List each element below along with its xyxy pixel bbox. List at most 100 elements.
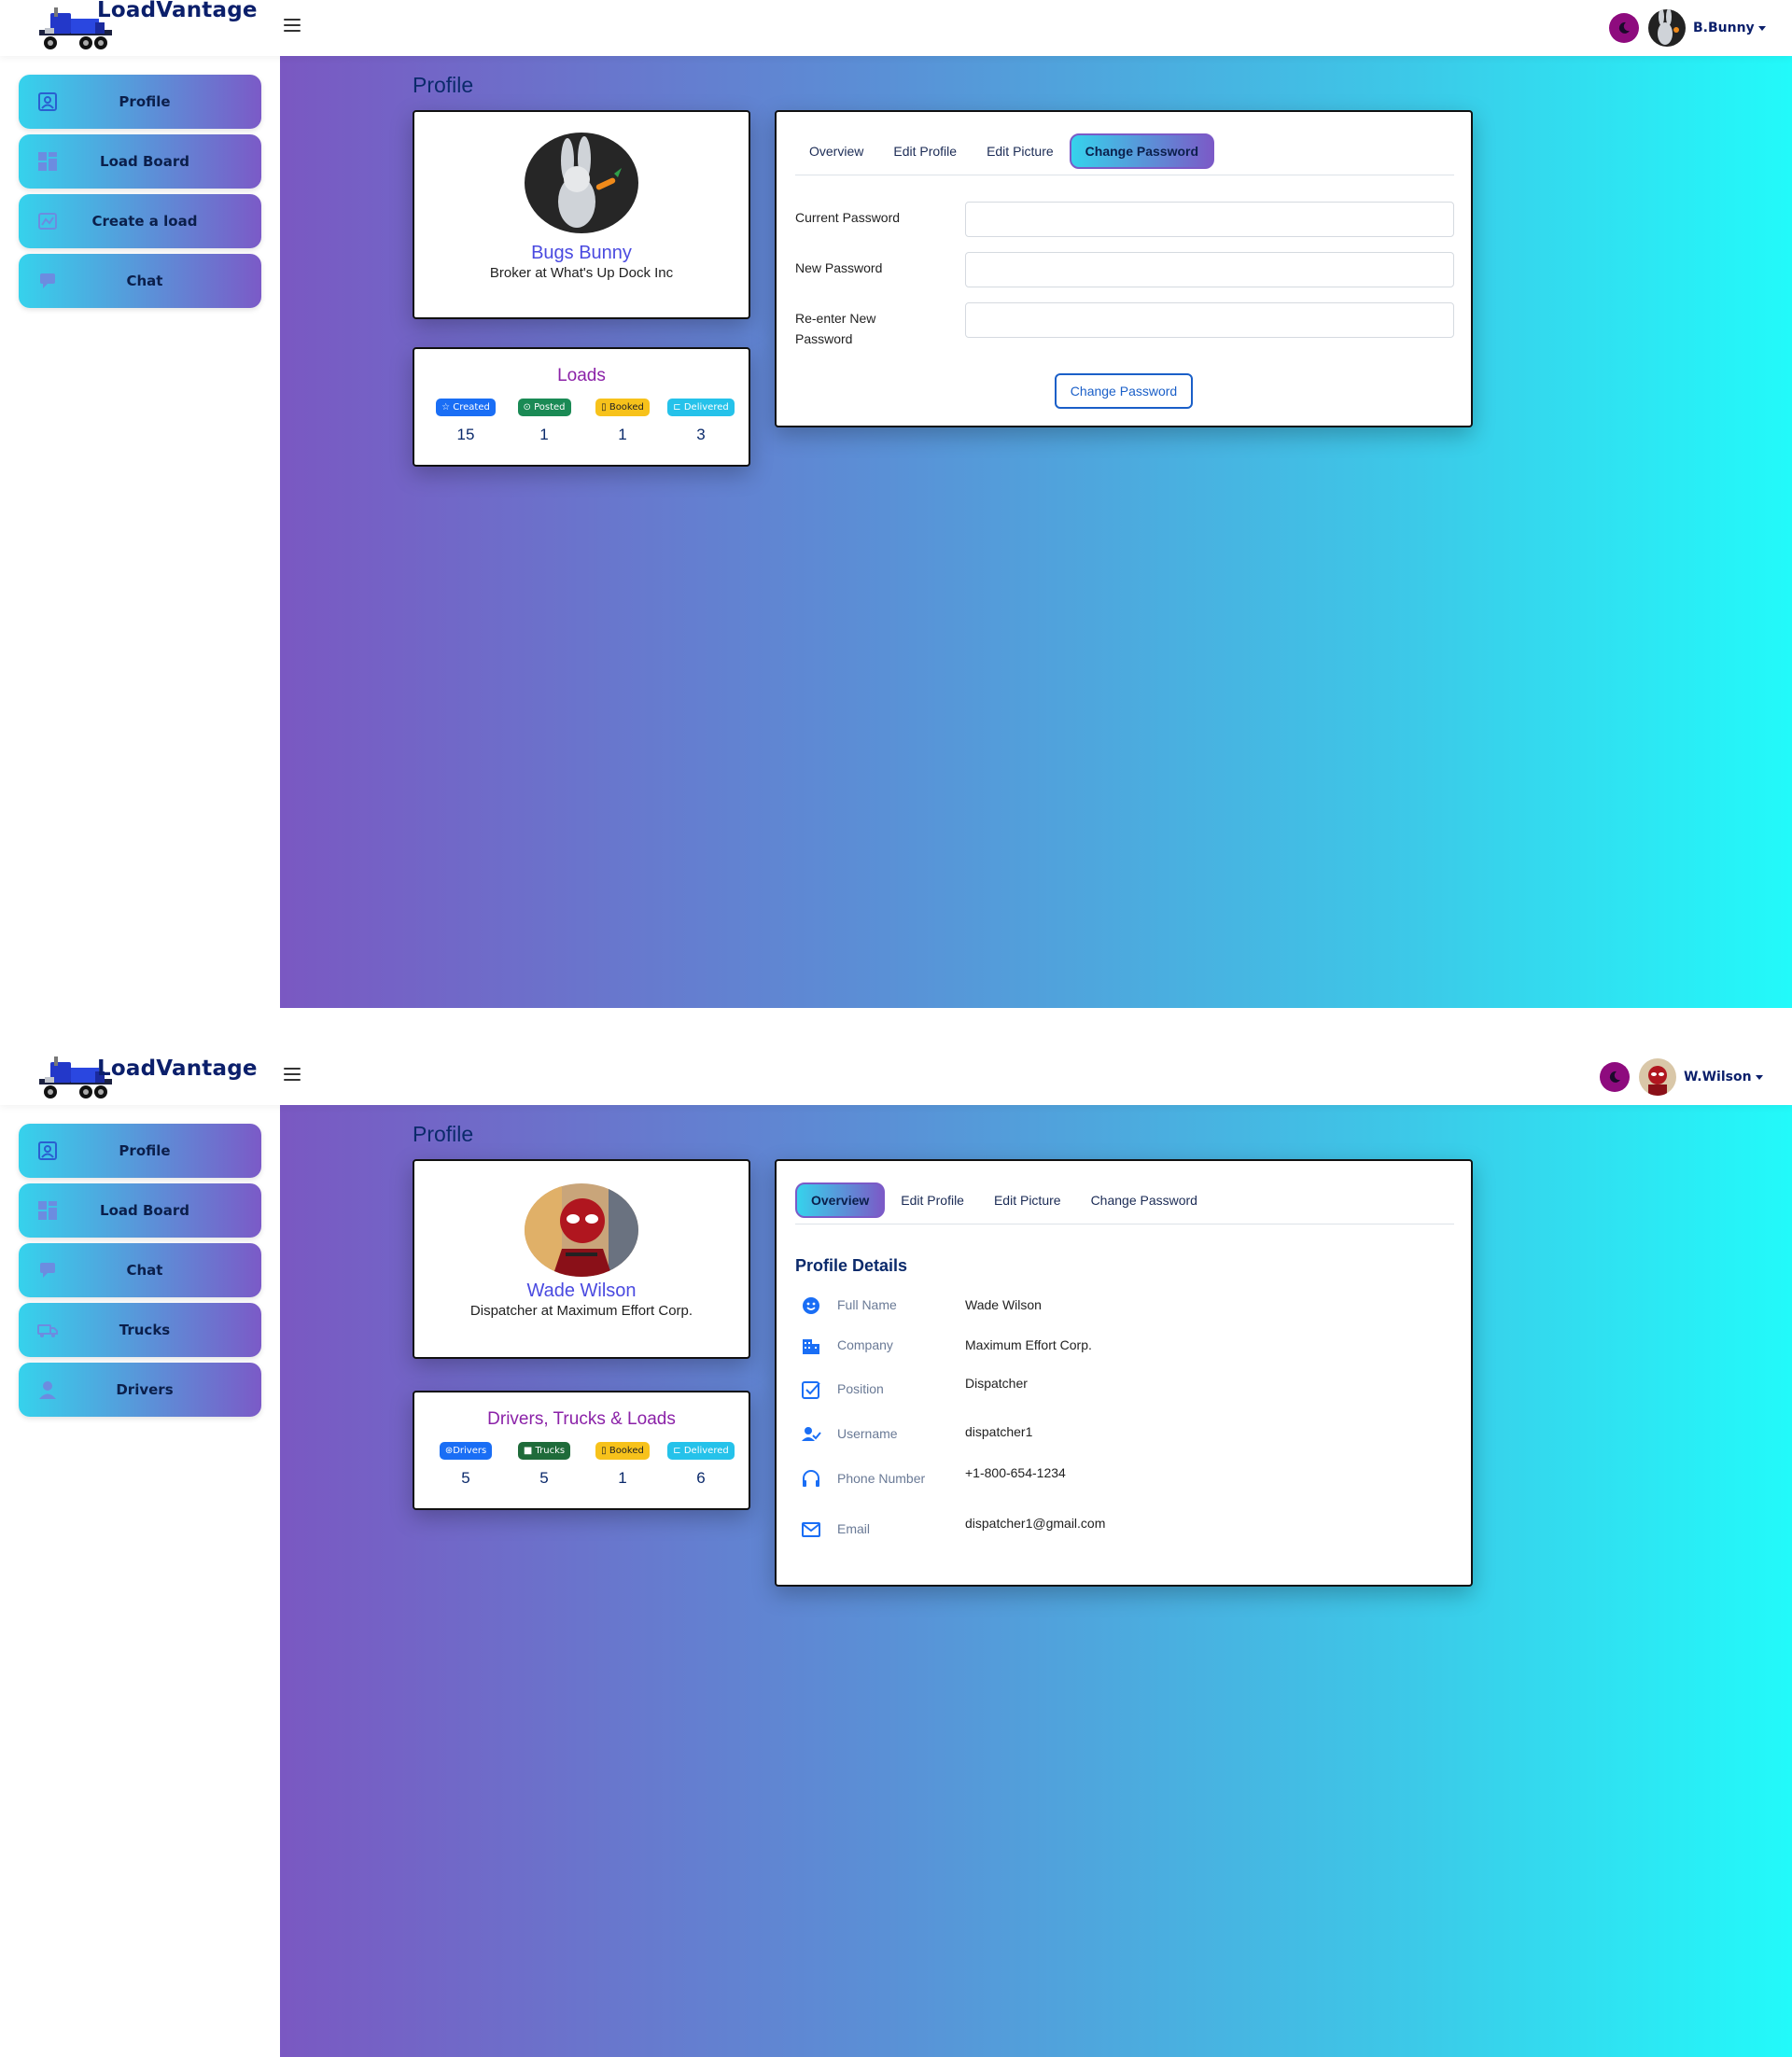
detail-value: dispatcher1@gmail.com [965,1516,1106,1531]
label-line: Password [795,331,853,346]
user-menu[interactable]: W.Wilson [1600,1058,1763,1096]
status-badge: ▯ Booked [595,399,650,416]
stats-row: ⊛Drivers 5 ■ Trucks 5 ▯ Booked 1 ⊏ Deliv… [431,1439,735,1488]
stat-booked: ▯ Booked 1 [588,1439,657,1488]
sidebar-item-create-load[interactable]: Create a load [19,194,261,248]
detail-value: Maximum Effort Corp. [965,1337,1092,1352]
menu-toggle-icon[interactable] [282,1064,302,1084]
dark-mode-moon-icon[interactable] [1609,13,1639,43]
sidebar-item-load-board[interactable]: Load Board [19,134,261,189]
avatar[interactable] [1648,9,1686,47]
profile-name: Bugs Bunny [531,243,632,263]
sidebar-item-drivers[interactable]: Drivers [19,1363,261,1417]
avatar[interactable] [1639,1058,1676,1096]
dark-mode-moon-icon[interactable] [1600,1062,1630,1092]
sidebar-item-trucks[interactable]: Trucks [19,1303,261,1357]
brand-name: LoadVantage [97,1056,258,1081]
stat-delivered: ⊏ Delivered 3 [666,396,735,444]
headset-icon [803,1470,819,1487]
new-password-label: New Password [795,260,883,275]
tab-bar: Overview Edit Profile Edit Picture Chang… [795,127,1454,175]
stat-value: 1 [539,426,549,443]
chevron-down-icon[interactable] [1757,25,1766,31]
reenter-password-field[interactable] [965,302,1454,338]
menu-toggle-icon[interactable] [282,15,302,35]
detail-value: Wade Wilson [965,1297,1042,1312]
stat-booked: ▯ Booked 1 [588,396,657,444]
steering-wheel-icon: ⊛ [444,1446,454,1456]
smile-icon [803,1297,819,1314]
user-check-icon [802,1427,821,1441]
badge-label: Posted [534,402,566,413]
tab-overview[interactable]: Overview [795,134,877,168]
tab-bar: Overview Edit Profile Edit Picture Chang… [795,1176,1454,1224]
stat-delivered: ⊏ Delivered 6 [666,1439,735,1488]
detail-phone: Phone Number +1-800-654-1234 [795,1465,1449,1491]
detail-label: Phone Number [837,1471,926,1486]
profile-card: Bugs Bunny Broker at What's Up Dock Inc [413,110,750,319]
sidebar-item-profile[interactable]: Profile [19,1124,261,1178]
stats-title: Drivers, Trucks & Loads [487,1409,676,1429]
page-title: Profile [413,73,474,97]
status-badge: ⊙ Posted [517,399,571,416]
chevron-down-icon[interactable] [1755,1074,1763,1080]
star-icon: ☆ [441,402,454,413]
tab-edit-profile[interactable]: Edit Profile [879,134,971,168]
tab-change-password[interactable]: Change Password [1069,133,1215,169]
truck-icon [37,1324,58,1337]
brand-logo[interactable]: LoadVantage [37,0,257,56]
main-content: Profile Bugs Bunny Broker at What's Up D… [280,56,1792,1008]
status-badge: ⊏ Delivered [667,1442,735,1460]
user-name[interactable]: B.Bunny [1693,21,1755,35]
building-icon [803,1339,819,1354]
badge-label: Delivered [683,1446,729,1456]
detail-full-name: Full Name Wade Wilson [795,1294,1449,1318]
badge-label: Created [453,402,490,413]
tab-overview[interactable]: Overview [795,1182,886,1218]
detail-value: Dispatcher [965,1376,1028,1391]
profile-icon [38,1141,57,1160]
detail-label: Full Name [837,1297,897,1312]
person-icon [39,1381,56,1399]
new-password-field[interactable] [965,252,1454,287]
badge-label: Booked [609,1446,644,1456]
top-header: LoadVantage W.Wilson [0,1049,1792,1105]
loads-stats-card: Loads ☆ Created 15 ⊙ Posted 1 ▯ Booked 1… [413,347,750,467]
chat-icon [40,273,55,288]
sidebar: Profile Load Board Chat Trucks Drivers [0,1105,280,2057]
detail-email: Email dispatcher1@gmail.com [795,1516,1449,1542]
status-badge: ⊏ Delivered [667,399,735,416]
tab-edit-picture[interactable]: Edit Picture [980,1183,1075,1217]
tab-change-password[interactable]: Change Password [1077,1183,1211,1217]
profile-role: Dispatcher at Maximum Effort Corp. [469,1303,693,1319]
drivers-trucks-loads-card: Drivers, Trucks & Loads ⊛Drivers 5 ■ Tru… [413,1391,750,1510]
stat-value: 1 [618,1469,627,1487]
profile-details-title: Profile Details [795,1256,908,1275]
screen-broker: LoadVantage B.Bunny Profile Load Board C… [0,0,1792,1008]
reenter-password-label: Re-enter New Password [795,308,945,349]
sidebar-item-load-board[interactable]: Load Board [19,1183,261,1238]
user-name[interactable]: W.Wilson [1684,1070,1752,1084]
label-line: Re-enter New [795,311,876,326]
top-header: LoadVantage B.Bunny [0,0,1792,56]
tab-edit-profile[interactable]: Edit Profile [887,1183,978,1217]
detail-label: Username [837,1426,898,1441]
change-password-button[interactable]: Change Password [1055,373,1193,409]
sidebar-item-chat[interactable]: Chat [19,1243,261,1297]
status-badge: ⊛Drivers [439,1442,493,1460]
avatar [525,1183,638,1277]
current-password-field[interactable] [965,202,1454,237]
settings-card: Overview Edit Profile Edit Picture Chang… [775,1159,1473,1587]
brand-logo[interactable]: LoadVantage [37,1049,257,1105]
sidebar-item-profile[interactable]: Profile [19,75,261,129]
user-menu[interactable]: B.Bunny [1609,9,1766,47]
brand-name: LoadVantage [97,0,258,22]
detail-label: Company [837,1337,893,1352]
sidebar-item-chat[interactable]: Chat [19,254,261,308]
badge-label: Delivered [683,402,729,413]
envelope-icon [802,1522,820,1537]
check-square-icon [802,1381,820,1399]
tab-edit-picture[interactable]: Edit Picture [973,134,1068,168]
stats-title: Loads [557,366,606,385]
sidebar: Profile Load Board Create a load Chat [0,56,280,1008]
